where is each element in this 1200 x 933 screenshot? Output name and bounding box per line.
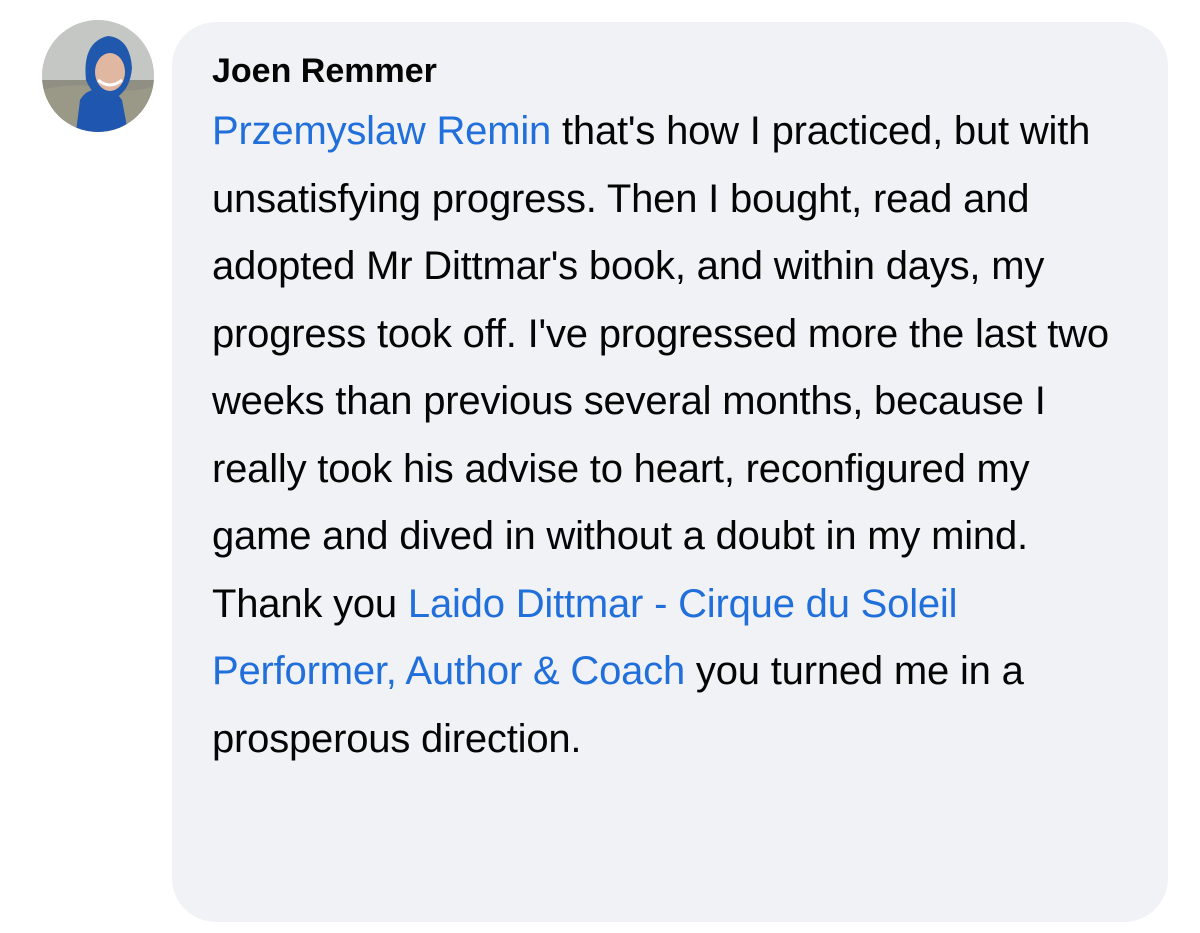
mention-link-przemyslaw-remin[interactable]: Przemyslaw Remin — [212, 109, 551, 153]
avatar-photo — [42, 20, 154, 132]
comment-text-part-1: that's how I practiced, but with unsatis… — [212, 109, 1109, 626]
comment-text: Przemyslaw Remin that's how I practiced,… — [212, 98, 1130, 773]
avatar[interactable] — [42, 20, 154, 132]
comment-bubble: Joen Remmer Przemyslaw Remin that's how … — [172, 22, 1168, 922]
comment-author-name[interactable]: Joen Remmer — [212, 48, 1130, 94]
